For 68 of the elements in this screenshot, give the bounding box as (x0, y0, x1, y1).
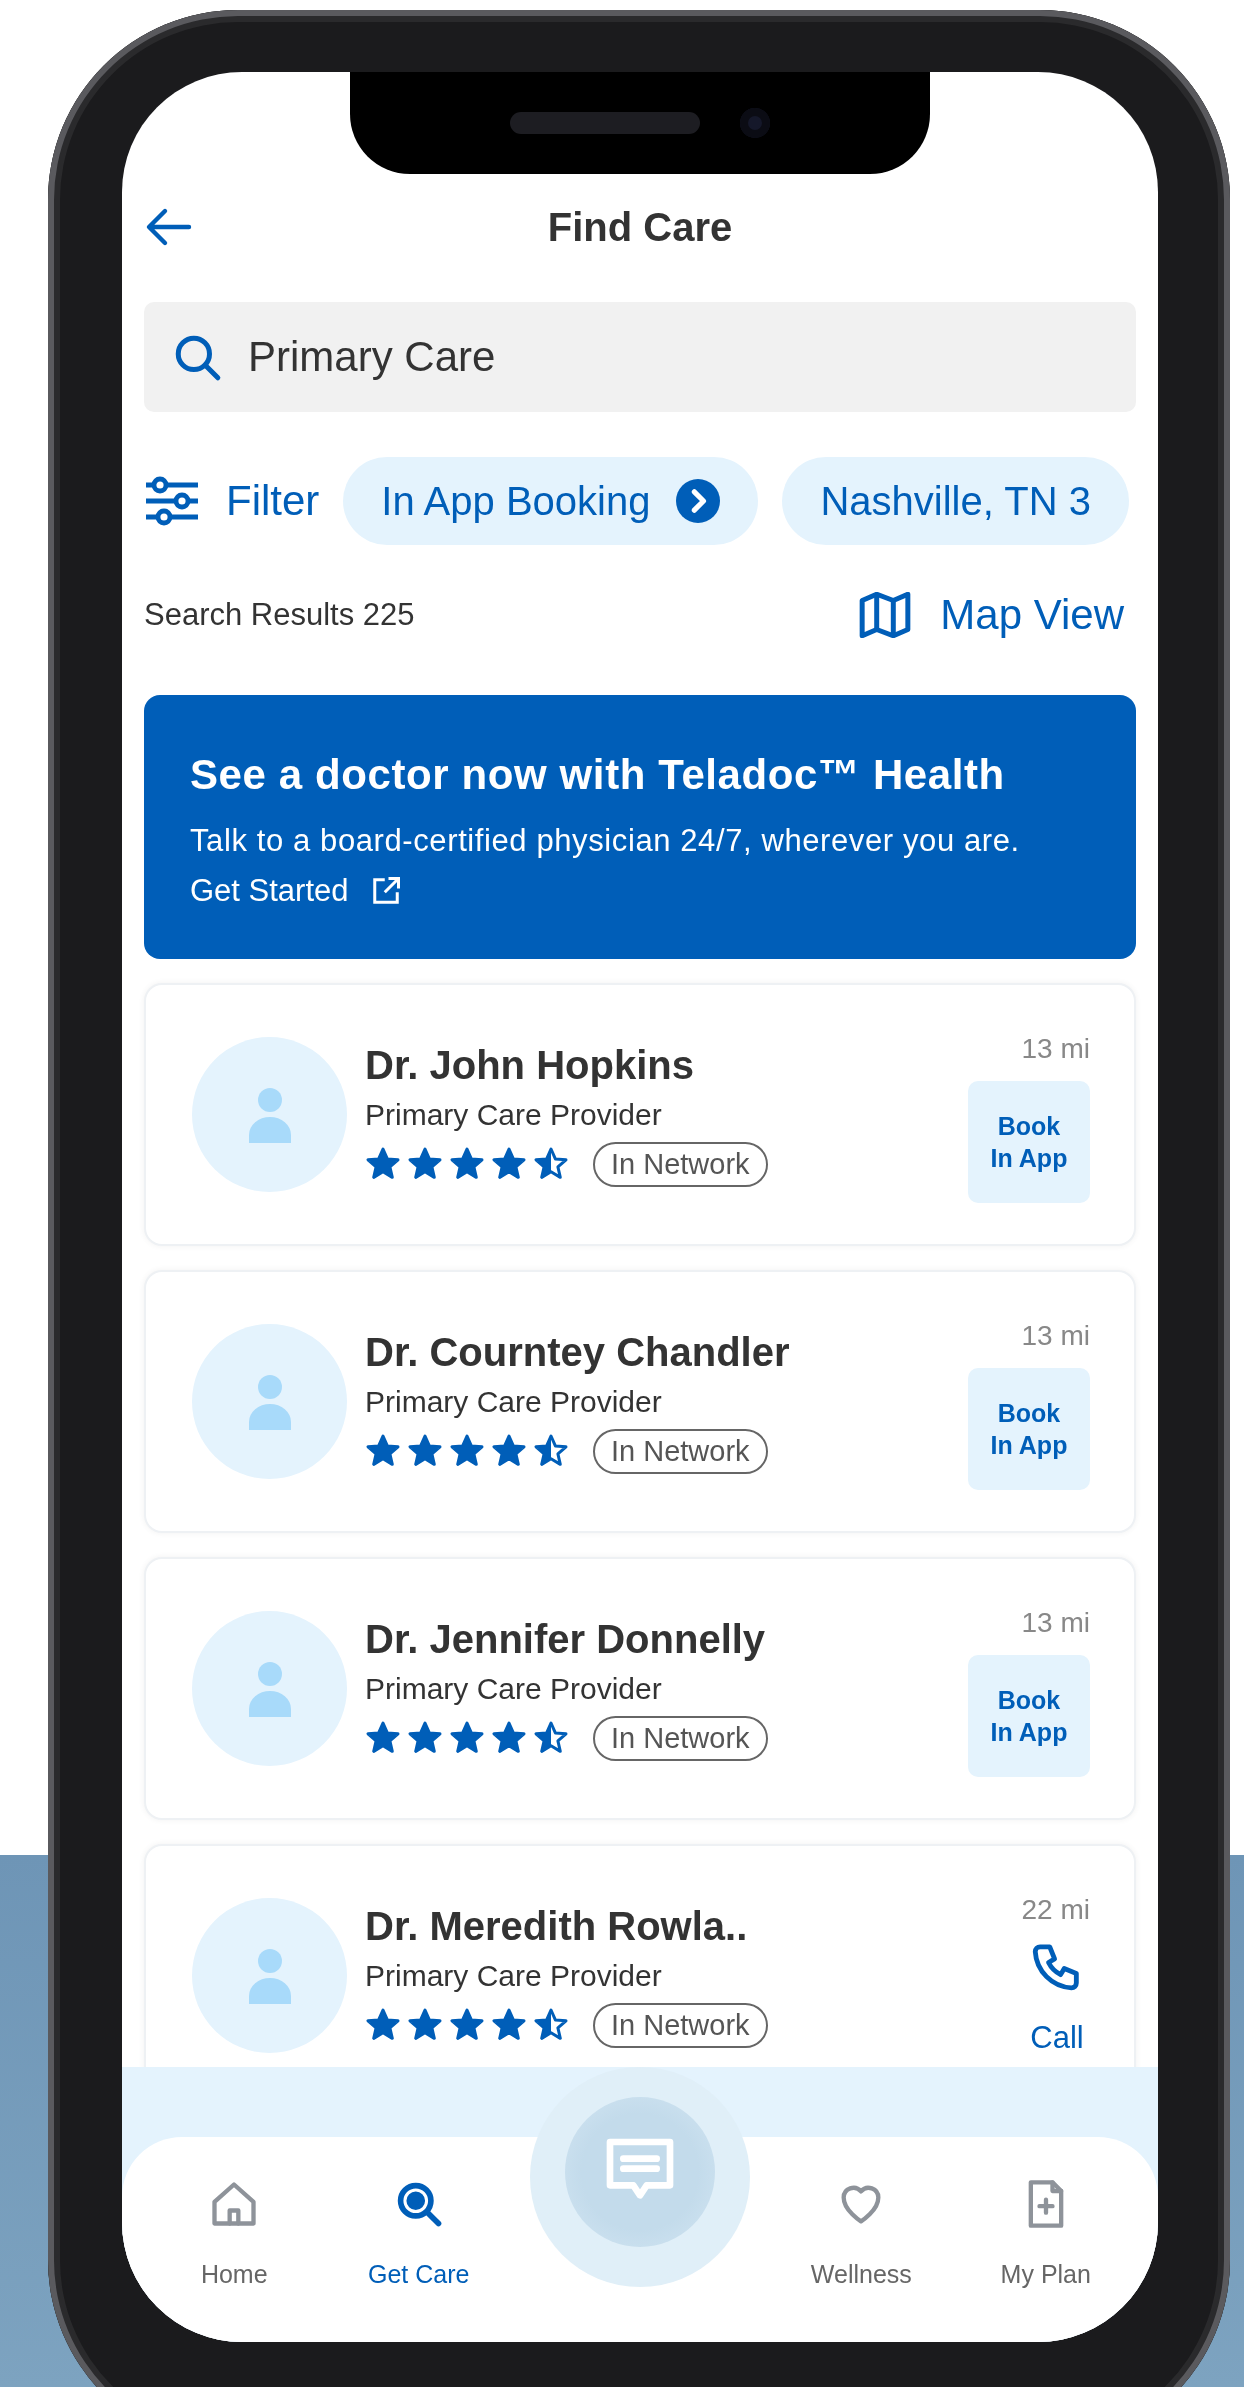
provider-card[interactable]: Dr. Jennifer Donnelly Primary Care Provider In Network 13 mi Book In App (144, 1557, 1136, 1820)
external-link-icon (370, 876, 401, 906)
star-icon (533, 1720, 569, 1756)
provider-card[interactable]: Dr. Courntey Chandler Primary Care Provider In Network 13 mi Book In App (144, 1270, 1136, 1533)
person-icon (246, 1660, 293, 1717)
distance-label: 13 mi (1021, 1033, 1090, 1065)
star-icon (407, 1433, 443, 1469)
provider-specialty: Primary Care Provider (365, 1097, 663, 1132)
distance-label: 13 mi (1021, 1607, 1090, 1639)
page-title: Find Care (547, 204, 733, 250)
star-icon (533, 1433, 569, 1469)
search-field[interactable]: Primary Care (144, 302, 1136, 412)
provider-name: Dr. John Hopkins (365, 1042, 695, 1088)
banner-title: See a doctor now with Teladoc™ Health (190, 751, 1006, 799)
nav-tab[interactable]: Wellness (769, 2177, 954, 2290)
provider-specialty: Primary Care Provider (365, 1671, 663, 1706)
star-icon (449, 1433, 485, 1469)
sliders-icon (144, 476, 200, 526)
provider-name: Dr. Courntey Chandler (365, 1329, 791, 1375)
filter-button[interactable]: Filter (144, 476, 320, 526)
provider-specialty: Primary Care Provider (365, 1384, 663, 1419)
distance-label: 13 mi (1021, 1320, 1090, 1352)
banner-text: Talk to a board-certified physician 24/7, wherever you are. (190, 823, 1021, 859)
star-icon (491, 1720, 527, 1756)
back-arrow-icon (145, 207, 193, 247)
star-icon (491, 2007, 527, 2043)
star-icon (407, 2007, 443, 2043)
search-input[interactable]: Primary Care (248, 333, 848, 381)
star-icon (449, 2007, 485, 2043)
distance-label: 22 mi (1021, 1894, 1090, 1926)
person-icon (246, 1086, 293, 1143)
nav-tab[interactable]: My Plan (953, 2177, 1138, 2290)
get-started-link[interactable]: Get Started (190, 873, 401, 909)
star-icon (491, 1146, 527, 1182)
person-icon (246, 1373, 293, 1430)
network-badge: In Network (593, 1428, 768, 1474)
star-icon (449, 1146, 485, 1182)
star-icon (491, 1433, 527, 1469)
star-icon (365, 2007, 401, 2043)
star-icon (365, 1720, 401, 1756)
network-badge: In Network (593, 1715, 768, 1761)
person-icon (246, 1947, 293, 2004)
book-button[interactable]: Book In App (968, 1655, 1090, 1777)
provider-card[interactable]: Dr. Meredith Rowla.. Primary Care Provider In Network 22 mi Call (144, 1844, 1136, 2067)
star-icon (365, 1433, 401, 1469)
book-button[interactable]: Book In App (968, 1368, 1090, 1490)
nav-tab[interactable]: Home (142, 2177, 327, 2290)
star-icon (449, 1720, 485, 1756)
provider-name: Dr. Jennifer Donnelly (365, 1616, 767, 1662)
filter-chip[interactable]: Nashville, TN 3 (782, 457, 1129, 545)
nav-tab[interactable]: Get Care (326, 2177, 511, 2290)
map-view-button[interactable]: Map View (858, 591, 1124, 639)
chevron-right-icon (676, 479, 721, 523)
provider-name: Dr. Meredith Rowla.. (365, 1903, 749, 1949)
star-icon (407, 1146, 443, 1182)
star-icon (407, 1720, 443, 1756)
results-count: Search Results 225 (144, 597, 415, 633)
provider-card[interactable]: Dr. John Hopkins Primary Care Provider In Network 13 mi Book In App (144, 983, 1136, 1246)
star-icon (365, 1146, 401, 1182)
network-badge: In Network (593, 1141, 768, 1187)
filter-chip[interactable]: In App Booking (343, 457, 759, 545)
book-button[interactable]: Book In App (968, 1081, 1090, 1203)
star-icon (533, 1146, 569, 1182)
star-icon (533, 2007, 569, 2043)
call-button[interactable]: Call (1028, 1942, 1090, 2056)
network-badge: In Network (593, 2002, 768, 2048)
provider-specialty: Primary Care Provider (365, 1958, 663, 1993)
map-icon (858, 592, 913, 638)
